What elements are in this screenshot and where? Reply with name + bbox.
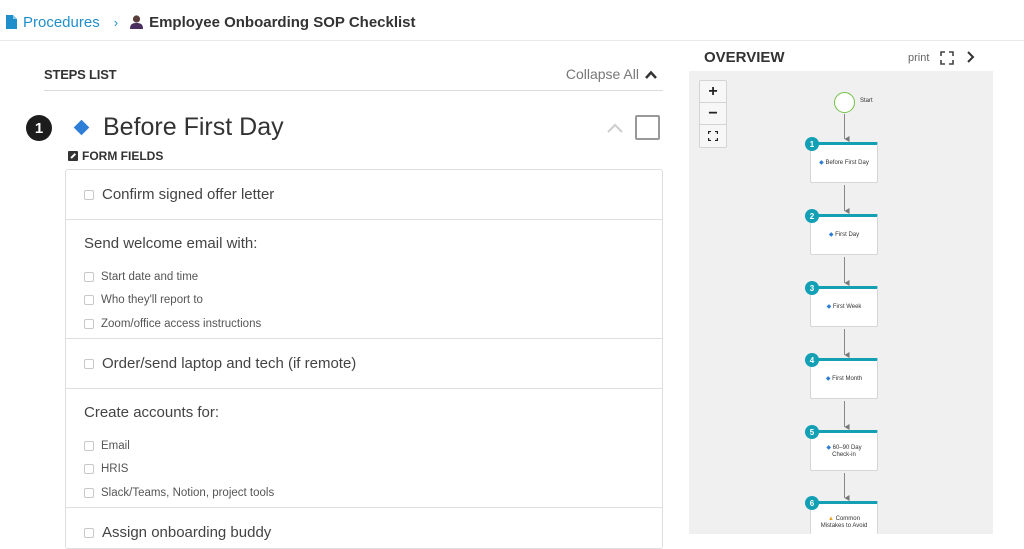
checkbox[interactable] — [84, 358, 94, 369]
sub-item[interactable]: Start date and time — [84, 265, 662, 289]
collapse-all-button[interactable]: Collapse All — [566, 66, 657, 82]
chevron-right-icon[interactable] — [965, 49, 977, 65]
sub-item[interactable]: Slack/Teams, Notion, project tools — [84, 481, 662, 505]
list-item: Send welcome email with: Start date and … — [66, 220, 662, 339]
overview-node[interactable]: 1 ◆ Before First Day — [805, 137, 878, 183]
fullscreen-icon[interactable] — [940, 51, 954, 65]
diamond-icon: ◆ — [825, 376, 831, 382]
group-label: Send welcome email with: — [84, 235, 258, 252]
node-number: 2 — [805, 209, 819, 223]
diamond-icon: ◆ — [826, 304, 832, 310]
step-complete-checkbox[interactable] — [635, 115, 660, 140]
node-number: 1 — [805, 137, 819, 151]
start-node — [834, 92, 855, 113]
form-fields-text: FORM FIELDS — [82, 149, 164, 163]
collapse-all-label[interactable]: Collapse All — [566, 66, 639, 82]
breadcrumb-parent-label[interactable]: Procedures — [23, 14, 100, 31]
checkbox[interactable] — [84, 527, 94, 538]
sub-item[interactable]: Zoom/office access instructions — [84, 312, 662, 336]
field-label: Order/send laptop and tech (if remote) — [102, 355, 357, 372]
checkbox[interactable] — [84, 189, 94, 200]
checkbox[interactable] — [84, 487, 94, 498]
overview-node[interactable]: 4 ◆ First Month — [805, 353, 878, 399]
sub-item-label: Zoom/office access instructions — [101, 317, 262, 330]
sub-item[interactable]: HRIS — [84, 458, 662, 482]
edit-icon — [68, 151, 78, 161]
checkbox[interactable] — [84, 295, 94, 306]
overview-node[interactable]: 3 ◆ First Week — [805, 281, 878, 327]
checkbox[interactable] — [84, 271, 94, 282]
form-fields-label: FORM FIELDS — [68, 149, 163, 163]
page-title: Employee Onboarding SOP Checklist — [149, 13, 416, 31]
sub-item-label: Email — [101, 439, 130, 452]
steps-list-header: STEPS LIST Collapse All — [44, 66, 663, 91]
form-fields-list: Confirm signed offer letter Send welcome… — [65, 169, 663, 549]
diamond-icon — [73, 119, 90, 136]
overview-node[interactable]: 6 ▲ Common Mistakes to Avoid — [805, 496, 878, 534]
node-number: 3 — [805, 281, 819, 295]
chevron-right-icon: › — [113, 14, 119, 30]
sub-item-label: Start date and time — [101, 270, 199, 283]
chevron-up-icon[interactable] — [605, 118, 625, 138]
diamond-icon: ◆ — [819, 160, 824, 166]
diamond-icon: ◆ — [828, 232, 834, 238]
overview-header: OVERVIEW print — [677, 44, 1024, 71]
step-title-text: Before First Day — [103, 113, 284, 141]
field-label: Assign onboarding buddy — [102, 524, 272, 541]
list-item[interactable]: Order/send laptop and tech (if remote) — [66, 339, 662, 389]
document-icon — [6, 15, 17, 29]
step-title: Before First Day — [73, 113, 284, 142]
list-item[interactable]: Confirm signed offer letter — [66, 170, 662, 220]
header-divider — [0, 40, 1024, 41]
steps-list-title: STEPS LIST — [44, 67, 117, 82]
breadcrumb: Procedures › Employee Onboarding SOP Che… — [6, 12, 416, 32]
sub-item[interactable]: Email — [84, 434, 662, 458]
start-label: Start — [860, 98, 873, 104]
checkbox[interactable] — [84, 464, 94, 475]
node-label: Before First Day — [825, 160, 869, 166]
person-icon — [130, 15, 144, 29]
checkbox[interactable] — [84, 318, 94, 329]
overview-title: OVERVIEW — [704, 49, 785, 66]
node-label: First Month — [832, 376, 863, 382]
node-label: 60–90 Day Check-in — [832, 444, 862, 458]
group-label: Create accounts for: — [84, 404, 220, 421]
print-button[interactable]: print — [908, 52, 929, 64]
overview-canvas[interactable]: + − Start 1 ◆ Before First Day 2 ◆ First… — [689, 71, 993, 534]
node-number: 6 — [805, 496, 819, 510]
list-item: Create accounts for: Email HRIS Slack/Te… — [66, 389, 662, 508]
field-label: Confirm signed offer letter — [102, 186, 275, 203]
sub-item-label: Slack/Teams, Notion, project tools — [101, 486, 275, 499]
sub-item-label: Who they'll report to — [101, 294, 203, 307]
breadcrumb-current: Employee Onboarding SOP Checklist — [130, 13, 416, 31]
sub-item-label: HRIS — [101, 463, 129, 476]
node-number: 5 — [805, 425, 819, 439]
sub-item[interactable]: Who they'll report to — [84, 289, 662, 313]
node-label: First Week — [832, 304, 862, 310]
step-number-badge: 1 — [26, 115, 52, 141]
chevron-up-icon — [645, 70, 657, 79]
breadcrumb-procedures-link[interactable]: Procedures — [6, 14, 100, 31]
list-item[interactable]: Assign onboarding buddy — [66, 508, 662, 548]
overview-node[interactable]: 2 ◆ First Day — [805, 209, 878, 255]
node-number: 4 — [805, 353, 819, 367]
node-label: First Day — [835, 232, 860, 238]
overview-node[interactable]: 5 ◆ 60–90 Day Check-in — [805, 425, 878, 471]
warning-icon: ▲ — [828, 515, 834, 522]
checkbox[interactable] — [84, 440, 94, 451]
diamond-icon: ◆ — [826, 444, 831, 451]
